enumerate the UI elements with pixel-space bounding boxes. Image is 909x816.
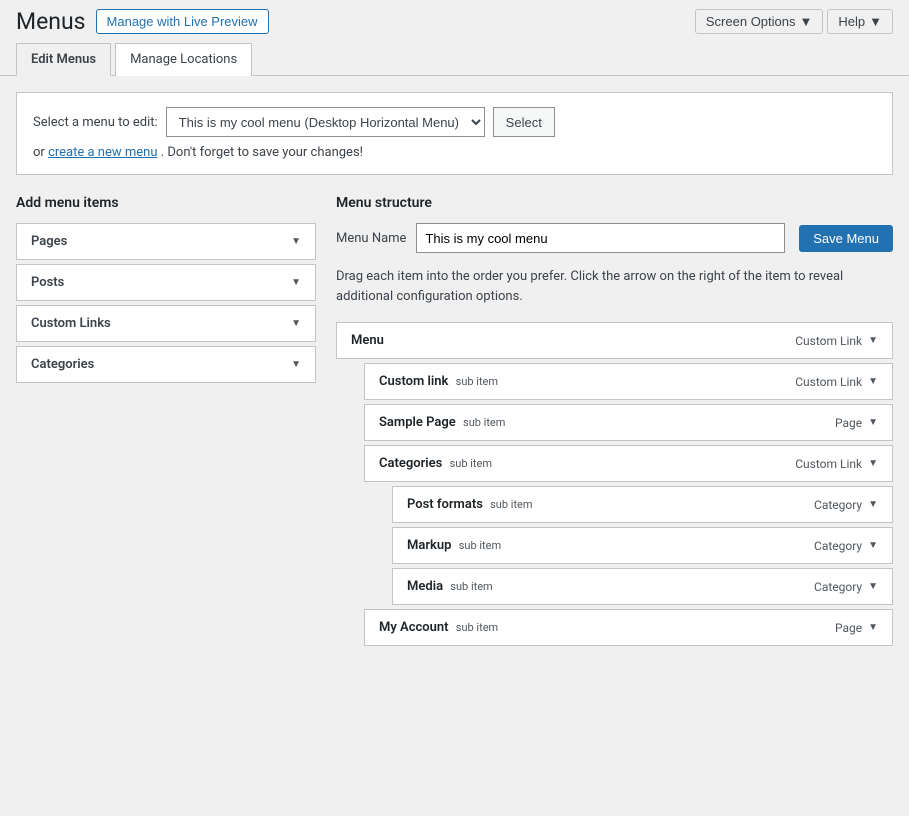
menu-item-categories-arrow-icon: ▼ [868,458,878,469]
top-bar: Menus Manage with Live Preview Screen Op… [0,0,909,43]
select-menu-row: Select a menu to edit: This is my cool m… [33,107,876,137]
menu-item-sample-page-arrow-icon: ▼ [868,417,878,428]
help-label: Help [838,14,865,29]
menu-item-my-account-right: Page ▼ [835,621,878,635]
menu-item-my-account-label: My Account sub item [379,620,498,635]
menu-item-markup-right: Category ▼ [814,539,878,553]
menu-top-item-type: Custom Link [795,334,862,348]
accordion-pages-arrow-icon: ▼ [291,236,301,247]
main-content: Select a menu to edit: This is my cool m… [0,76,909,666]
menu-top-item[interactable]: Menu Custom Link ▼ [336,322,893,359]
accordion-categories: Categories ▼ [16,346,316,383]
menu-item-sample-page[interactable]: Sample Page sub item Page ▼ [364,404,893,441]
drag-instruction: Drag each item into the order you prefer… [336,267,893,306]
menu-name-label: Menu Name [336,231,406,246]
accordion-custom-links-arrow-icon: ▼ [291,318,301,329]
menu-item-post-formats-label: Post formats sub item [407,497,533,512]
accordion-posts-label: Posts [31,275,64,290]
accordion-posts-header[interactable]: Posts ▼ [17,265,315,300]
menu-item-markup-arrow-icon: ▼ [868,540,878,551]
screen-options-arrow-icon: ▼ [800,14,813,29]
accordion-custom-links: Custom Links ▼ [16,305,316,342]
select-menu-box: Select a menu to edit: This is my cool m… [16,92,893,175]
accordion-categories-header[interactable]: Categories ▼ [17,347,315,382]
menu-item-markup-label: Markup sub item [407,538,501,553]
menu-item-categories[interactable]: Categories sub item Custom Link ▼ [364,445,893,482]
menu-top-item-arrow-icon: ▼ [868,335,878,346]
menu-item-post-formats-arrow-icon: ▼ [868,499,878,510]
top-bar-left: Menus Manage with Live Preview [16,8,269,35]
menu-item-markup[interactable]: Markup sub item Category ▼ [392,527,893,564]
page-title: Menus [16,8,86,35]
menu-structure-title: Menu structure [336,195,893,211]
create-link-row: or create a new menu . Don't forget to s… [33,145,876,160]
add-menu-items-title: Add menu items [16,195,316,211]
top-bar-right: Screen Options ▼ Help ▼ [695,9,893,34]
accordion-categories-label: Categories [31,357,94,372]
menu-item-my-account[interactable]: My Account sub item Page ▼ [364,609,893,646]
tab-edit-menus[interactable]: Edit Menus [16,43,111,76]
screen-options-button[interactable]: Screen Options ▼ [695,9,823,34]
menu-item-post-formats-right: Category ▼ [814,498,878,512]
menu-item-custom-link-arrow-icon: ▼ [868,376,878,387]
two-col-layout: Add menu items Pages ▼ Posts ▼ Custom Li… [16,195,893,650]
menu-item-media-arrow-icon: ▼ [868,581,878,592]
accordion-custom-links-header[interactable]: Custom Links ▼ [17,306,315,341]
accordion-pages-header[interactable]: Pages ▼ [17,224,315,259]
select-menu-button[interactable]: Select [493,107,555,137]
menu-select-dropdown[interactable]: This is my cool menu (Desktop Horizontal… [166,107,485,137]
menu-top-item-label: Menu [351,333,384,348]
help-arrow-icon: ▼ [869,14,882,29]
left-column: Add menu items Pages ▼ Posts ▼ Custom Li… [16,195,316,387]
accordion-pages-label: Pages [31,234,67,249]
accordion-custom-links-label: Custom Links [31,316,111,331]
tab-bar: Edit Menus Manage Locations [0,43,909,76]
live-preview-button[interactable]: Manage with Live Preview [96,9,269,34]
menu-top-item-right: Custom Link ▼ [795,334,878,348]
right-column: Menu structure Menu Name Save Menu Drag … [336,195,893,650]
select-menu-label: Select a menu to edit: [33,115,158,130]
menu-item-categories-right: Custom Link ▼ [795,457,878,471]
save-menu-button[interactable]: Save Menu [799,225,893,252]
menu-name-row: Menu Name Save Menu [336,223,893,253]
menu-item-custom-link-right: Custom Link ▼ [795,375,878,389]
menu-item-custom-link-label: Custom link sub item [379,374,498,389]
tab-manage-locations[interactable]: Manage Locations [115,43,252,76]
create-new-menu-link[interactable]: create a new menu [48,145,157,160]
menu-item-sample-page-right: Page ▼ [835,416,878,430]
menu-item-media-label: Media sub item [407,579,493,594]
menu-item-media[interactable]: Media sub item Category ▼ [392,568,893,605]
accordion-pages: Pages ▼ [16,223,316,260]
menu-item-categories-label: Categories sub item [379,456,492,471]
accordion-categories-arrow-icon: ▼ [291,359,301,370]
menu-item-sample-page-label: Sample Page sub item [379,415,505,430]
accordion-posts: Posts ▼ [16,264,316,301]
menu-item-my-account-arrow-icon: ▼ [868,622,878,633]
help-button[interactable]: Help ▼ [827,9,893,34]
menu-name-input[interactable] [416,223,785,253]
menu-item-custom-link[interactable]: Custom link sub item Custom Link ▼ [364,363,893,400]
screen-options-label: Screen Options [706,14,796,29]
menu-item-post-formats[interactable]: Post formats sub item Category ▼ [392,486,893,523]
accordion-posts-arrow-icon: ▼ [291,277,301,288]
menu-item-media-right: Category ▼ [814,580,878,594]
